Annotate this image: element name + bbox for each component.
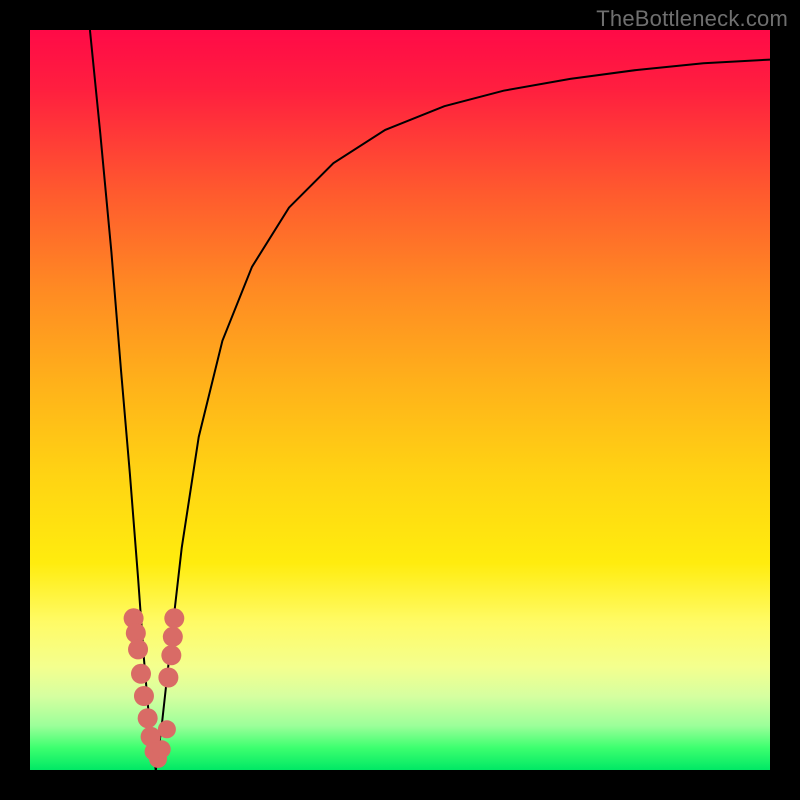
marker-point bbox=[138, 708, 158, 728]
marker-point bbox=[158, 668, 178, 688]
marker-point bbox=[128, 639, 148, 659]
marker-point bbox=[158, 720, 176, 738]
watermark-text: TheBottleneck.com bbox=[596, 6, 788, 32]
marker-cluster bbox=[124, 608, 185, 768]
curve-left-branch bbox=[90, 30, 156, 770]
marker-point bbox=[164, 608, 184, 628]
marker-point bbox=[134, 686, 154, 706]
marker-point bbox=[153, 740, 171, 758]
marker-point bbox=[131, 664, 151, 684]
plot-area bbox=[30, 30, 770, 770]
chart-overlay bbox=[30, 30, 770, 770]
marker-point bbox=[163, 627, 183, 647]
curve-right-branch bbox=[156, 60, 770, 770]
marker-point bbox=[161, 645, 181, 665]
chart-frame: TheBottleneck.com bbox=[0, 0, 800, 800]
